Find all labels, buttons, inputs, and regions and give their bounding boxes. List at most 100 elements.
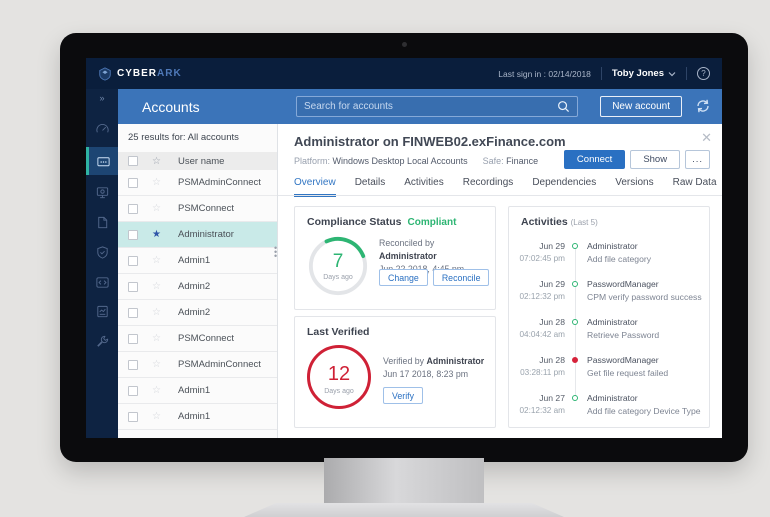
tab-activities[interactable]: Activities: [404, 177, 443, 197]
user-menu[interactable]: Toby Jones: [612, 68, 676, 79]
username-column-header: User name: [178, 156, 224, 167]
tab-rawdata[interactable]: Raw Data: [673, 177, 717, 197]
cyberark-logo: CYBERARK: [98, 67, 182, 81]
account-row[interactable]: Admin2: [118, 300, 277, 326]
star-icon[interactable]: [152, 203, 164, 214]
sidebar-item-monitoring[interactable]: [86, 179, 118, 205]
activity-status-dot: [572, 281, 578, 287]
icon-sidebar: »: [86, 89, 118, 438]
verified-detail-text: Verified by Administrator Jun 17 2018, 8…: [383, 355, 493, 381]
row-checkbox[interactable]: [128, 178, 138, 188]
compliance-days-label: Days ago: [307, 274, 369, 281]
last-verified-card: Last Verified 12 Days ago Verified by Ad…: [294, 316, 496, 428]
activity-status-dot: [572, 357, 578, 363]
star-icon[interactable]: [152, 307, 164, 318]
safe-value: Finance: [506, 156, 538, 166]
verified-date: Jun 17 2018, 8:23 pm: [383, 369, 468, 379]
platform-label: Platform:: [294, 156, 330, 166]
verified-days-ring: 12 Days ago: [307, 345, 371, 409]
row-checkbox[interactable]: [128, 282, 138, 292]
divider: [601, 67, 602, 80]
sidebar-item-accounts[interactable]: [86, 147, 118, 175]
sidebar-collapse-button[interactable]: »: [86, 89, 118, 109]
reconcile-button[interactable]: Reconcile: [433, 269, 490, 286]
account-row[interactable]: PSMConnect: [118, 326, 277, 352]
row-checkbox[interactable]: [128, 386, 138, 396]
change-button[interactable]: Change: [379, 269, 428, 286]
star-icon[interactable]: [152, 333, 164, 344]
activity-status-dot: [572, 243, 578, 249]
tab-versions[interactable]: Versions: [615, 177, 653, 197]
last-sign-in: Last sign in : 02/14/2018: [498, 69, 591, 79]
chevron-down-icon: [668, 71, 676, 77]
last-verified-title: Last Verified: [307, 326, 369, 338]
row-checkbox[interactable]: [128, 256, 138, 266]
account-row[interactable]: Administrator: [118, 222, 277, 248]
row-checkbox[interactable]: [128, 360, 138, 370]
connect-button[interactable]: Connect: [564, 150, 625, 169]
sidebar-item-settings[interactable]: [86, 328, 118, 354]
safe-label: Safe:: [483, 156, 504, 166]
verified-by-name: Administrator: [427, 356, 485, 366]
account-row[interactable]: Admin1: [118, 248, 277, 274]
compliance-title: Compliance Status: [307, 216, 402, 228]
sidebar-item-policies[interactable]: [86, 209, 118, 235]
help-icon[interactable]: ?: [697, 67, 710, 80]
search-input[interactable]: [304, 101, 557, 112]
row-checkbox[interactable]: [128, 204, 138, 214]
compliance-status-badge: Compliant: [408, 217, 457, 228]
sidebar-item-security[interactable]: [86, 239, 118, 265]
verified-days-label: Days ago: [310, 388, 368, 395]
account-row[interactable]: PSMAdminConnect: [118, 352, 277, 378]
star-icon[interactable]: [152, 385, 164, 396]
sidebar-item-dashboard[interactable]: [86, 116, 118, 142]
monitor-stand-neck: [324, 458, 484, 506]
tab-recordings[interactable]: Recordings: [463, 177, 514, 197]
detail-meta: Platform: Windows Desktop Local Accounts…: [294, 156, 538, 166]
star-icon[interactable]: [152, 177, 164, 188]
divider: [686, 67, 687, 80]
new-account-button[interactable]: New account: [600, 96, 682, 117]
sidebar-item-applications[interactable]: [86, 269, 118, 295]
activity-status-dot: [572, 319, 578, 325]
row-checkbox[interactable]: [128, 412, 138, 422]
webcam-dot: [402, 42, 407, 47]
activity-item: Jun 2803:28:11 pm PasswordManagerGet fil…: [509, 355, 711, 389]
reconciled-by-name: Administrator: [379, 251, 437, 261]
compliance-days-number: 7: [307, 251, 369, 273]
account-row[interactable]: Admin2: [118, 274, 277, 300]
accounts-header-bar: Accounts New account: [118, 89, 722, 124]
refresh-icon[interactable]: [694, 97, 712, 115]
compliance-days-ring: 7 Days ago: [307, 235, 369, 297]
row-checkbox[interactable]: [128, 308, 138, 318]
account-row[interactable]: PSMConnect: [118, 196, 277, 222]
accounts-search[interactable]: [296, 96, 578, 117]
star-icon[interactable]: [152, 411, 164, 422]
select-all-checkbox[interactable]: [128, 156, 138, 166]
app-screen: CYBERARK Last sign in : 02/14/2018 Toby …: [86, 58, 722, 438]
tab-details[interactable]: Details: [355, 177, 386, 197]
verify-button[interactable]: Verify: [383, 387, 423, 404]
star-icon[interactable]: [152, 359, 164, 370]
account-row[interactable]: Admin1: [118, 378, 277, 404]
more-actions-button[interactable]: ...: [685, 150, 710, 169]
top-navbar: CYBERARK Last sign in : 02/14/2018 Toby …: [86, 58, 722, 89]
platform-value: Windows Desktop Local Accounts: [333, 156, 468, 166]
sidebar-item-reports[interactable]: [86, 298, 118, 324]
detail-tabs: Overview Details Activities Recordings D…: [294, 177, 717, 197]
row-checkbox[interactable]: [128, 334, 138, 344]
favorite-column-icon[interactable]: [152, 156, 164, 167]
star-icon[interactable]: [152, 255, 164, 266]
close-icon[interactable]: ✕: [701, 130, 712, 146]
row-checkbox[interactable]: [128, 230, 138, 240]
account-row[interactable]: PSMAdminConnect: [118, 170, 277, 196]
brand-text: CYBERARK: [117, 68, 182, 79]
show-button[interactable]: Show: [630, 150, 680, 169]
tab-overview[interactable]: Overview: [294, 177, 336, 197]
account-row[interactable]: Admin1: [118, 404, 277, 430]
monitor-eye-icon: [95, 185, 110, 200]
star-icon[interactable]: [152, 229, 164, 240]
star-icon[interactable]: [152, 281, 164, 292]
tab-dependencies[interactable]: Dependencies: [532, 177, 596, 197]
monitor-frame: CYBERARK Last sign in : 02/14/2018 Toby …: [60, 33, 748, 462]
